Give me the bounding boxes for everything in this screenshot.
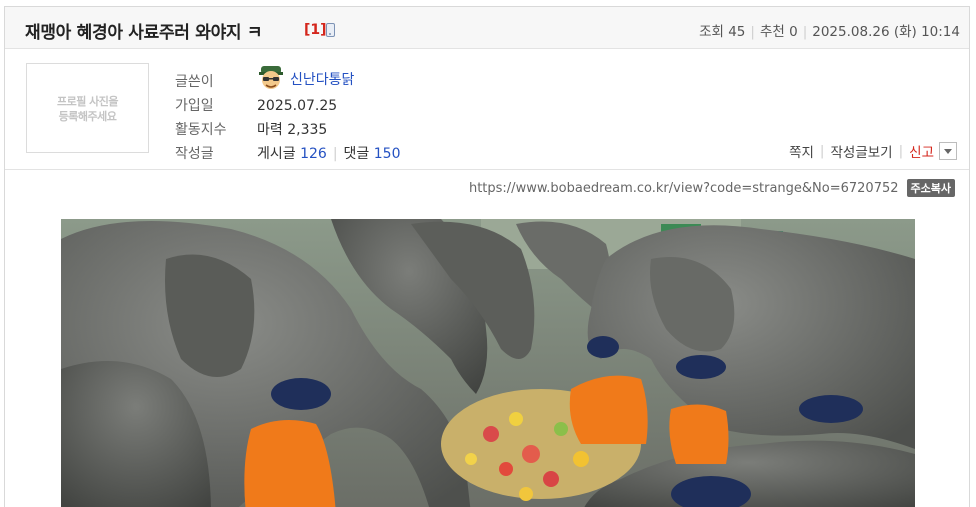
post-title: 재맹아 혜경아 사료주러 와야지 ㅋ: [25, 23, 263, 43]
comment-count-link[interactable]: [1]: [304, 22, 327, 38]
author-nickname[interactable]: 신난다통닭: [290, 69, 354, 89]
comments-prefix: 댓글: [343, 146, 370, 162]
post-stats: 조회 45 | 추천 0 | 2025.08.26 (화) 10:14: [699, 24, 960, 40]
posts-row: 작성글 게시글 126 | 댓글 150: [175, 143, 401, 163]
post-header: 재맹아 혜경아 사료주러 와야지 ㅋ [1] 조회 45 | 추천 0 | 2025.0…: [5, 7, 969, 49]
views-count: 45: [728, 24, 746, 40]
photo-placeholder-line2: 등록해주세요: [58, 110, 117, 123]
profile-photo-placeholder: 프로필 사진을 등록해주세요: [26, 63, 149, 153]
recommend-count: 0: [789, 24, 798, 40]
message-link[interactable]: 쪽지: [789, 141, 814, 161]
joined-row: 가입일 2025.07.25: [175, 95, 337, 115]
post-url-line: https://www.bobaedream.co.kr/view?code=s…: [469, 179, 955, 197]
avatar-icon[interactable]: [257, 63, 285, 91]
joined-date: 2025.07.25: [257, 98, 338, 114]
view-posts-link[interactable]: 작성글보기: [830, 141, 892, 161]
comments-count-link[interactable]: 150: [374, 146, 401, 162]
activity-value: 2,335: [287, 122, 328, 138]
views-label: 조회: [699, 24, 724, 40]
mobile-icon: [326, 23, 335, 37]
post-datetime: 2025.08.26 (화) 10:14: [812, 24, 960, 40]
author-actions: 쪽지 | 작성글보기 | 신고: [789, 141, 957, 161]
posts-prefix: 게시글: [257, 146, 296, 162]
joined-label: 가입일: [175, 98, 214, 114]
dropdown-arrow-icon[interactable]: [939, 142, 957, 160]
activity-prefix: 마력: [257, 122, 283, 138]
report-link[interactable]: 신고: [909, 141, 934, 161]
post-url: https://www.bobaedream.co.kr/view?code=s…: [468, 180, 899, 196]
copy-url-button[interactable]: 주소복사: [906, 179, 955, 197]
post-image[interactable]: [61, 219, 915, 507]
post-container: 재맹아 혜경아 사료주러 와야지 ㅋ [1] 조회 45 | 추천 0 | 2025.0…: [4, 6, 970, 507]
posts-count-link[interactable]: 126: [300, 146, 327, 162]
posts-label: 작성글: [175, 146, 214, 162]
author-label: 글쓴이: [175, 74, 214, 90]
photo-placeholder-line1: 프로필 사진을: [56, 95, 119, 108]
recommend-label: 추천: [759, 24, 785, 40]
author-row: 글쓴이: [175, 71, 257, 91]
activity-label: 활동지수: [175, 122, 227, 138]
activity-row: 활동지수 마력 2,335: [175, 119, 327, 139]
elephants-feeding-photo: [61, 219, 915, 507]
author-profile: 프로필 사진을 등록해주세요 글쓴이 신난다통닭 가입일 2025.07.25 활…: [5, 50, 969, 170]
